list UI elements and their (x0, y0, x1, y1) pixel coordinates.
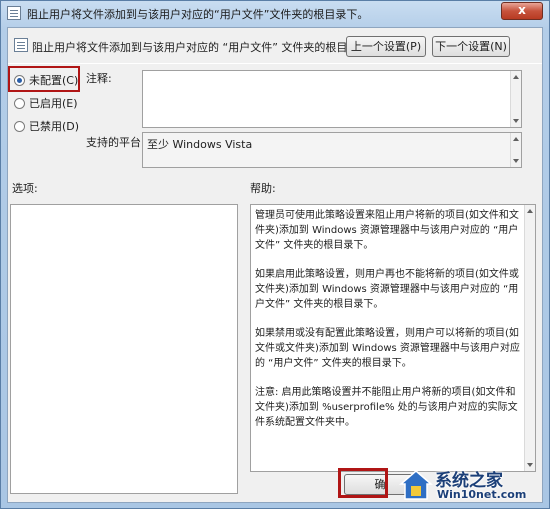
watermark: 系统之家 Win10net.com (397, 464, 547, 506)
close-button[interactable]: x (501, 2, 543, 20)
comment-scrollbar[interactable] (510, 71, 521, 127)
dialog-client-area: 阻止用户将文件添加到与该用户对应的 “用户文件” 文件夹的根目录下。 上一个设置… (7, 27, 543, 503)
radio-enabled-indicator[interactable] (14, 98, 25, 109)
supported-platform-value: 至少 Windows Vista (147, 138, 253, 151)
policy-document-icon (7, 6, 21, 20)
radio-enabled[interactable]: 已启用(E) (14, 95, 78, 111)
watermark-url: Win10net.com (437, 488, 527, 501)
header-separator (8, 63, 542, 64)
help-paragraph: 如果启用此策略设置，则用户再也不能将新的项目(如文件或文件夹)添加到 Windo… (255, 269, 519, 310)
radio-enabled-label: 已启用(E) (29, 97, 78, 110)
help-scrollbar[interactable] (524, 205, 535, 471)
comment-textarea[interactable] (142, 70, 522, 128)
radio-not-configured[interactable]: 未配置(C) (14, 72, 78, 88)
setting-document-icon (14, 38, 28, 52)
options-panel (10, 204, 238, 494)
radio-disabled-indicator[interactable] (14, 121, 25, 132)
help-paragraph: 注意: 启用此策略设置并不能阻止用户将新的项目(如文件和文件夹)添加到 %use… (255, 387, 518, 428)
house-logo-icon (399, 470, 433, 500)
help-paragraph: 如果禁用或没有配置此策略设置，则用户可以将新的项目(如文件或文件夹)添加到 Wi… (255, 328, 520, 369)
ok-button-highlight (338, 468, 388, 498)
radio-disabled[interactable]: 已禁用(D) (14, 118, 79, 134)
policy-dialog-window: 阻止用户将文件添加到与该用户对应的“用户文件”文件夹的根目录下。 x 阻止用户将… (0, 0, 550, 509)
window-title: 阻止用户将文件添加到与该用户对应的“用户文件”文件夹的根目录下。 (27, 8, 369, 21)
help-label: 帮助: (250, 182, 276, 195)
previous-setting-button[interactable]: 上一个设置(P) (346, 36, 426, 57)
title-bar: 阻止用户将文件添加到与该用户对应的“用户文件”文件夹的根目录下。 x (1, 1, 549, 25)
help-panel: 管理员可使用此策略设置来阻止用户将新的项目(如文件和文件夹)添加到 Window… (250, 204, 536, 472)
supported-platform-label: 支持的平台: (86, 136, 145, 149)
options-label: 选项: (12, 182, 38, 195)
help-paragraph: 管理员可使用此策略设置来阻止用户将新的项目(如文件和文件夹)添加到 Window… (255, 210, 519, 251)
radio-not-configured-label: 未配置(C) (29, 74, 79, 87)
next-setting-button[interactable]: 下一个设置(N) (432, 36, 510, 57)
comment-label: 注释: (86, 72, 112, 85)
setting-name: 阻止用户将文件添加到与该用户对应的 “用户文件” 文件夹的根目录下。 (32, 41, 381, 54)
radio-disabled-label: 已禁用(D) (29, 120, 80, 133)
radio-not-configured-indicator[interactable] (14, 75, 25, 86)
platform-scrollbar[interactable] (510, 133, 521, 167)
supported-platform-field: 至少 Windows Vista (142, 132, 522, 168)
